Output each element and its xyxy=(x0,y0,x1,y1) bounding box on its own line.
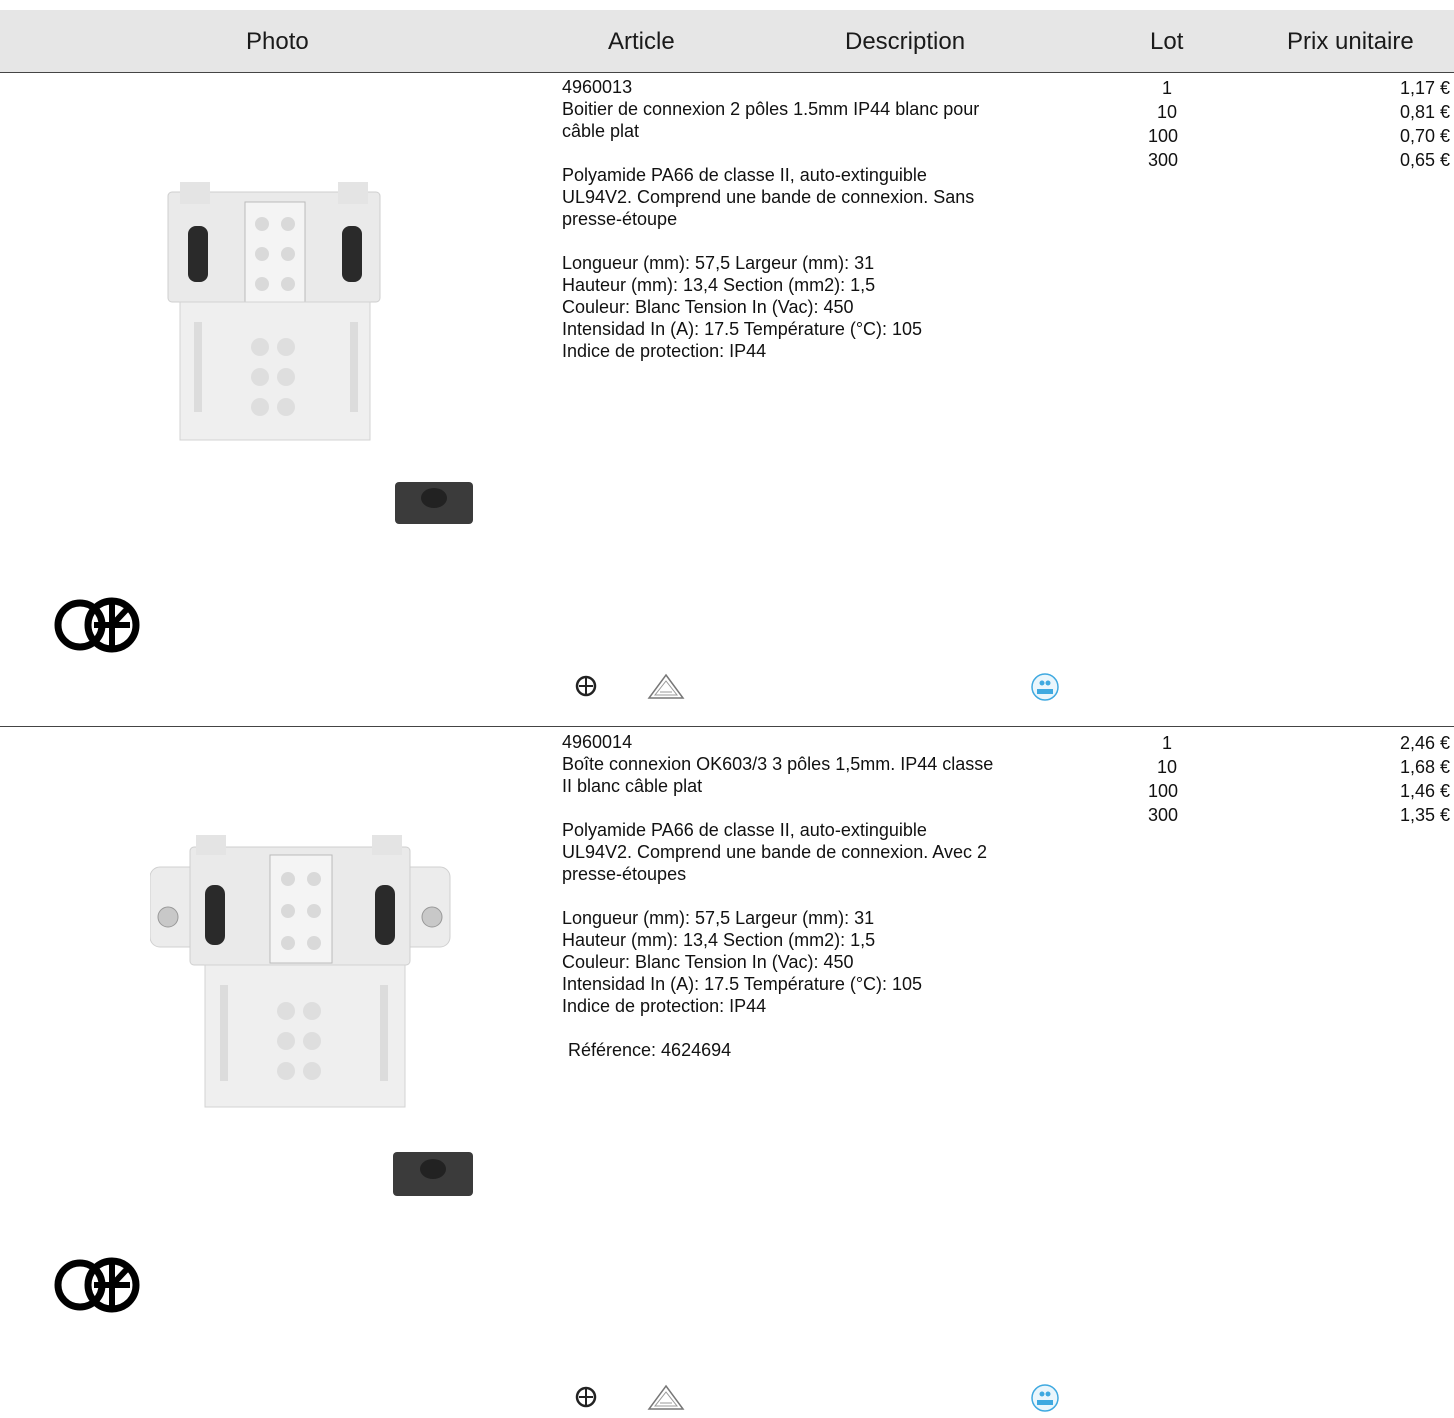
header-price: Prix unitaire xyxy=(1287,28,1414,55)
lot-column: 1 10 100 300 xyxy=(1148,76,1208,172)
price-column: 2,46 € 1,68 € 1,46 € 1,35 € xyxy=(1330,731,1450,827)
lot-value: 1 xyxy=(1162,733,1173,753)
product-row: 4960013 Boitier de connexion 2 pôles 1.5… xyxy=(0,72,1454,726)
lot-value: 100 xyxy=(1148,126,1179,146)
price-value: 2,46 € xyxy=(1399,733,1450,753)
lot-value: 300 xyxy=(1148,150,1179,170)
lot-value: 10 xyxy=(1157,757,1178,777)
header-description: Description xyxy=(845,28,966,55)
article-code: 4960014 xyxy=(562,732,633,752)
product-material: Polyamide PA66 de classe II, auto-exting… xyxy=(562,165,975,229)
product-specs: Longueur (mm): 57,5 Largeur (mm): 31 Hau… xyxy=(562,908,923,1016)
lot-value: 100 xyxy=(1148,781,1179,801)
ip44-badge-icon xyxy=(1031,1384,1059,1412)
article-code: 4960013 xyxy=(562,77,633,97)
price-column: 1,17 € 0,81 € 0,70 € 0,65 € xyxy=(1330,76,1450,172)
product-photo xyxy=(150,835,473,1196)
product-reference: Référence: 4624694 xyxy=(568,1040,732,1060)
header-article: Article xyxy=(608,28,675,55)
product-description: 4960014 Boîte connexion OK603/3 3 pôles … xyxy=(562,731,1082,1061)
price-value: 0,81 € xyxy=(1399,102,1450,122)
price-value: 1,35 € xyxy=(1399,805,1450,825)
product-title: Boitier de connexion 2 pôles 1.5mm IP44 … xyxy=(562,99,980,141)
price-value: 0,65 € xyxy=(1399,150,1450,170)
product-photo xyxy=(167,182,473,524)
product-material: Polyamide PA66 de classe II, auto-exting… xyxy=(562,820,987,884)
price-value: 1,68 € xyxy=(1399,757,1450,777)
ip44-badge-icon xyxy=(1031,673,1059,701)
header-photo: Photo xyxy=(246,28,309,55)
product-row: 4960014 Boîte connexion OK603/3 3 pôles … xyxy=(0,727,1454,1418)
product-title: Boîte connexion OK603/3 3 pôles 1,5mm. I… xyxy=(562,754,994,796)
table-header: Photo Article Description Lot Prix unita… xyxy=(0,10,1454,73)
ok-brand-logo xyxy=(54,597,140,653)
lot-value: 10 xyxy=(1157,102,1178,122)
product-specs: Longueur (mm): 57,5 Largeur (mm): 31 Hau… xyxy=(562,253,923,361)
lot-value: 1 xyxy=(1162,78,1173,98)
ground-symbol-icon xyxy=(575,675,597,697)
ok-brand-logo xyxy=(54,1257,140,1313)
price-value: 1,46 € xyxy=(1399,781,1450,801)
class-ii-cert-icon xyxy=(647,1384,685,1410)
lot-column: 1 10 100 300 xyxy=(1148,731,1208,827)
product-description: 4960013 Boitier de connexion 2 pôles 1.5… xyxy=(562,76,1082,362)
price-value: 0,70 € xyxy=(1399,126,1450,146)
lot-value: 300 xyxy=(1148,805,1179,825)
price-value: 1,17 € xyxy=(1399,78,1450,98)
ground-symbol-icon xyxy=(575,1386,597,1408)
header-lot: Lot xyxy=(1150,28,1184,55)
class-ii-cert-icon xyxy=(647,673,685,699)
